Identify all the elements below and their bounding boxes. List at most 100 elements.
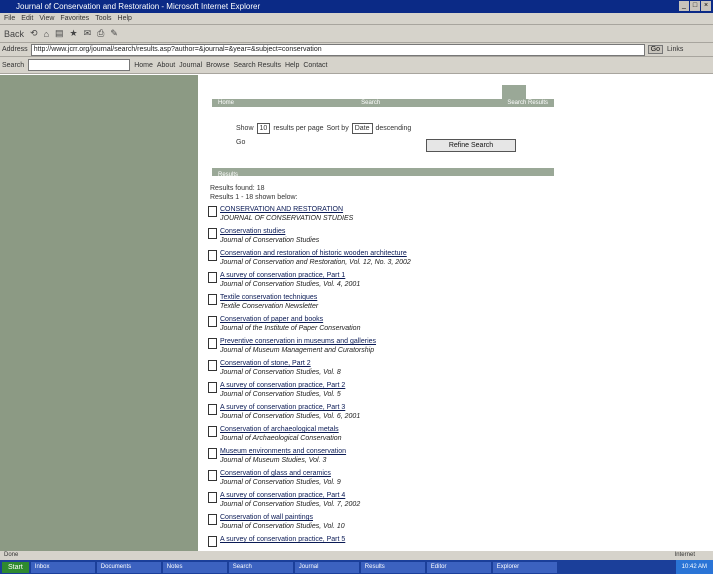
taskbar-item[interactable]: Journal [294,561,359,573]
result-source: Journal of Museum Management and Curator… [220,347,375,354]
result-source: Textile Conservation Newsletter [220,303,319,310]
go-link[interactable]: Go [236,139,245,146]
address-input[interactable]: http://www.jcrr.org/journal/search/resul… [30,43,645,56]
main-content: Home Search Search Results Show 10 resul… [198,75,713,551]
list-item[interactable]: Conservation of archaeological metals Jou… [208,425,411,447]
document-icon [208,316,217,327]
result-title[interactable]: Conservation of glass and ceramics [220,469,341,478]
back-button[interactable]: Back [4,29,24,39]
result-title[interactable]: Conservation of stone, Part 2 [220,359,341,368]
header-tabs: Home Search Search Results [212,99,554,107]
list-item[interactable]: Conservation and restoration of historic… [208,249,411,271]
favorites-icon[interactable]: ★ [70,28,78,39]
taskbar-item[interactable]: Results [360,561,425,573]
result-title[interactable]: Textile conservation techniques [220,293,318,302]
result-title[interactable]: A survey of conservation practice, Part … [220,381,345,390]
list-item[interactable]: CONSERVATION AND RESTORATION JOURNAL OF C… [208,205,411,227]
result-title[interactable]: A survey of conservation practice, Part … [220,535,345,544]
list-item[interactable]: Conservation of paper and books Journal o… [208,315,411,337]
document-icon [208,338,217,349]
list-item[interactable]: A survey of conservation practice, Part … [208,535,411,551]
sort-select[interactable]: Date [351,123,373,134]
document-icon [208,536,217,547]
document-icon [208,404,217,415]
list-item[interactable]: Museum environments and conservation Jour… [208,447,411,469]
results-options-row: Show 10 results per page Sort by Date de… [236,123,411,134]
system-clock: 10:42 AM [675,560,713,574]
page-icon[interactable]: ▤ [55,28,64,39]
title-bar: Journal of Conservation and Restoration … [0,0,713,13]
link-home[interactable]: Home [134,62,153,69]
result-title[interactable]: Conservation and restoration of historic… [220,249,411,258]
list-item[interactable]: Conservation of glass and ceramics Journa… [208,469,411,491]
result-title[interactable]: Museum environments and conservation [220,447,346,456]
result-title[interactable]: CONSERVATION AND RESTORATION [220,205,353,214]
list-item[interactable]: Textile conservation techniques Textile C… [208,293,411,315]
go-button[interactable]: Go [647,45,664,54]
menu-favorites[interactable]: Favorites [60,15,89,22]
taskbar: Start Inbox Documents Notes Search Journ… [0,560,713,574]
taskbar-item[interactable]: Editor [426,561,491,573]
result-title[interactable]: Preventive conservation in museums and g… [220,337,376,346]
list-item[interactable]: Conservation of wall paintings Journal of… [208,513,411,535]
print-icon[interactable]: ⎙ [97,28,104,39]
refresh-icon[interactable]: ⟲ [30,28,38,39]
document-icon [208,448,217,459]
result-title[interactable]: Conservation of archaeological metals [220,425,342,434]
link-journal[interactable]: Journal [179,62,202,69]
search-dropdown[interactable] [28,59,131,71]
link-about[interactable]: About [157,62,175,69]
taskbar-item[interactable]: Notes [162,561,227,573]
start-button[interactable]: Start [2,561,29,573]
menu-file[interactable]: File [4,15,15,22]
link-help[interactable]: Help [285,62,299,69]
links-bar: Search Home About Journal Browse Search … [0,57,713,74]
menu-view[interactable]: View [39,15,54,22]
link-search-results[interactable]: Search Results [233,62,280,69]
results-section-bar: Results [212,168,554,178]
header-corner [502,85,526,99]
result-title[interactable]: A survey of conservation practice, Part … [220,271,360,280]
links-label[interactable]: Links [667,46,683,53]
toolbar: Back ⟲ ⌂ ▤ ★ ✉ ⎙ ✎ [0,25,713,43]
menu-tools[interactable]: Tools [95,15,111,22]
result-title[interactable]: Conservation studies [220,227,319,236]
window-title: Journal of Conservation and Restoration … [16,2,261,11]
list-item[interactable]: A survey of conservation practice, Part … [208,271,411,293]
results-range: Results 1 - 18 shown below: [210,194,298,201]
tab-search[interactable]: Search [361,100,380,106]
taskbar-item[interactable]: Inbox [30,561,95,573]
menu-bar: File Edit View Favorites Tools Help [0,13,713,25]
list-item[interactable]: Conservation studies Journal of Conservat… [208,227,411,249]
taskbar-item[interactable]: Search [228,561,293,573]
list-item[interactable]: A survey of conservation practice, Part … [208,381,411,403]
maximize-button[interactable]: □ [690,1,700,11]
refine-search-button[interactable]: Refine Search [426,139,516,152]
document-icon [208,492,217,503]
home-icon[interactable]: ⌂ [44,29,49,39]
minimize-button[interactable]: _ [679,1,689,11]
tab-search-results[interactable]: Search Results [507,100,548,106]
result-title[interactable]: Conservation of wall paintings [220,513,345,522]
results-count-select[interactable]: 10 [256,123,271,134]
taskbar-item[interactable]: Documents [96,561,161,573]
list-item[interactable]: Conservation of stone, Part 2 Journal of … [208,359,411,381]
close-button[interactable]: × [701,1,711,11]
list-item[interactable]: Preventive conservation in museums and g… [208,337,411,359]
list-item[interactable]: A survey of conservation practice, Part … [208,403,411,425]
result-title[interactable]: A survey of conservation practice, Part … [220,403,360,412]
link-contact[interactable]: Contact [303,62,327,69]
taskbar-item[interactable]: Explorer [492,561,557,573]
edit-icon[interactable]: ✎ [110,28,118,39]
menu-edit[interactable]: Edit [21,15,33,22]
document-icon [208,514,217,525]
status-bar: Done Internet [0,551,713,560]
result-title[interactable]: A survey of conservation practice, Part … [220,491,360,500]
mail-icon[interactable]: ✉ [84,28,92,39]
link-browse[interactable]: Browse [206,62,229,69]
result-title[interactable]: Conservation of paper and books [220,315,360,324]
list-item[interactable]: A survey of conservation practice, Part … [208,491,411,513]
menu-help[interactable]: Help [118,15,132,22]
tab-home[interactable]: Home [218,100,234,106]
sort-label: Sort by [326,125,349,132]
